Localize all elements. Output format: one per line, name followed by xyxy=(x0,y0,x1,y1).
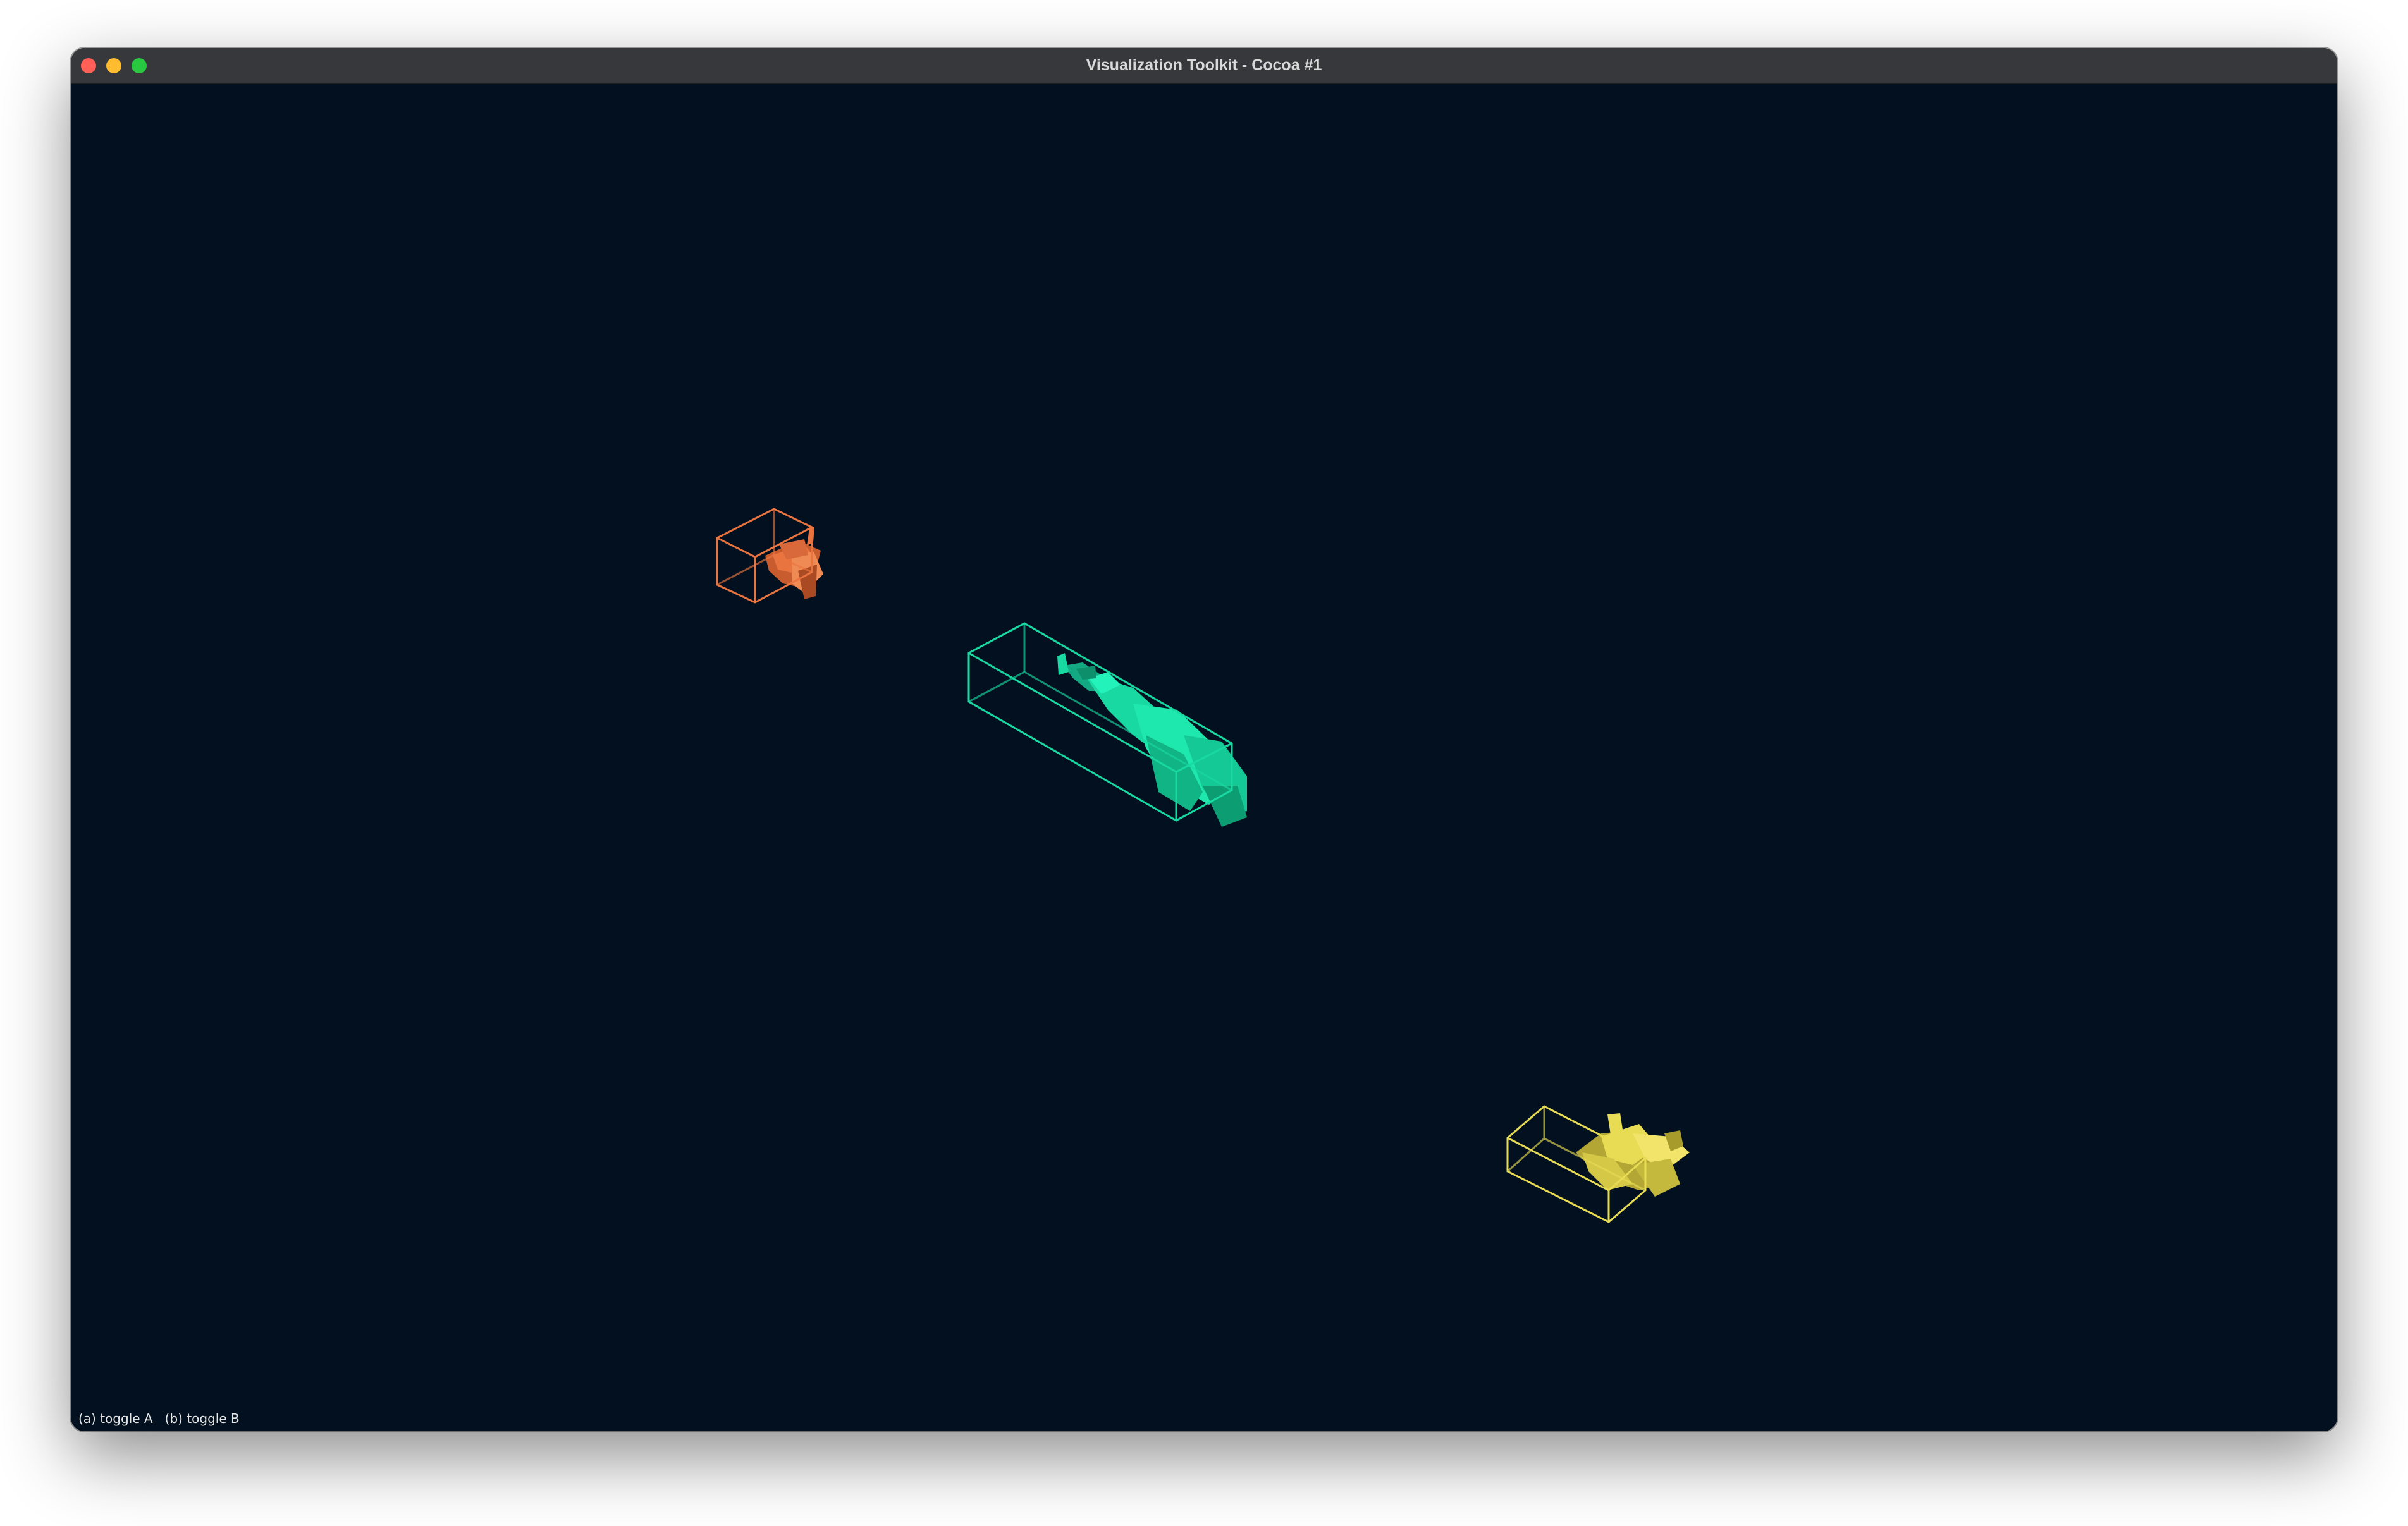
scene-canvas[interactable] xyxy=(71,84,2337,1431)
orange-object[interactable] xyxy=(716,508,823,604)
keyboard-hint-text: (a) toggle A (b) toggle B xyxy=(78,1411,240,1426)
teal-object[interactable] xyxy=(968,622,1247,827)
desktop: Visualization Toolkit - Cocoa #1 (a) tog… xyxy=(0,0,2408,1526)
teal-mesh xyxy=(1057,653,1247,827)
render-viewport[interactable]: (a) toggle A (b) toggle B xyxy=(71,84,2337,1431)
window-title: Visualization Toolkit - Cocoa #1 xyxy=(1086,56,1322,74)
title-bar[interactable]: Visualization Toolkit - Cocoa #1 xyxy=(71,48,2337,84)
vtk-render-window[interactable]: Visualization Toolkit - Cocoa #1 (a) tog… xyxy=(71,48,2337,1431)
yellow-object[interactable] xyxy=(1506,1105,1690,1223)
